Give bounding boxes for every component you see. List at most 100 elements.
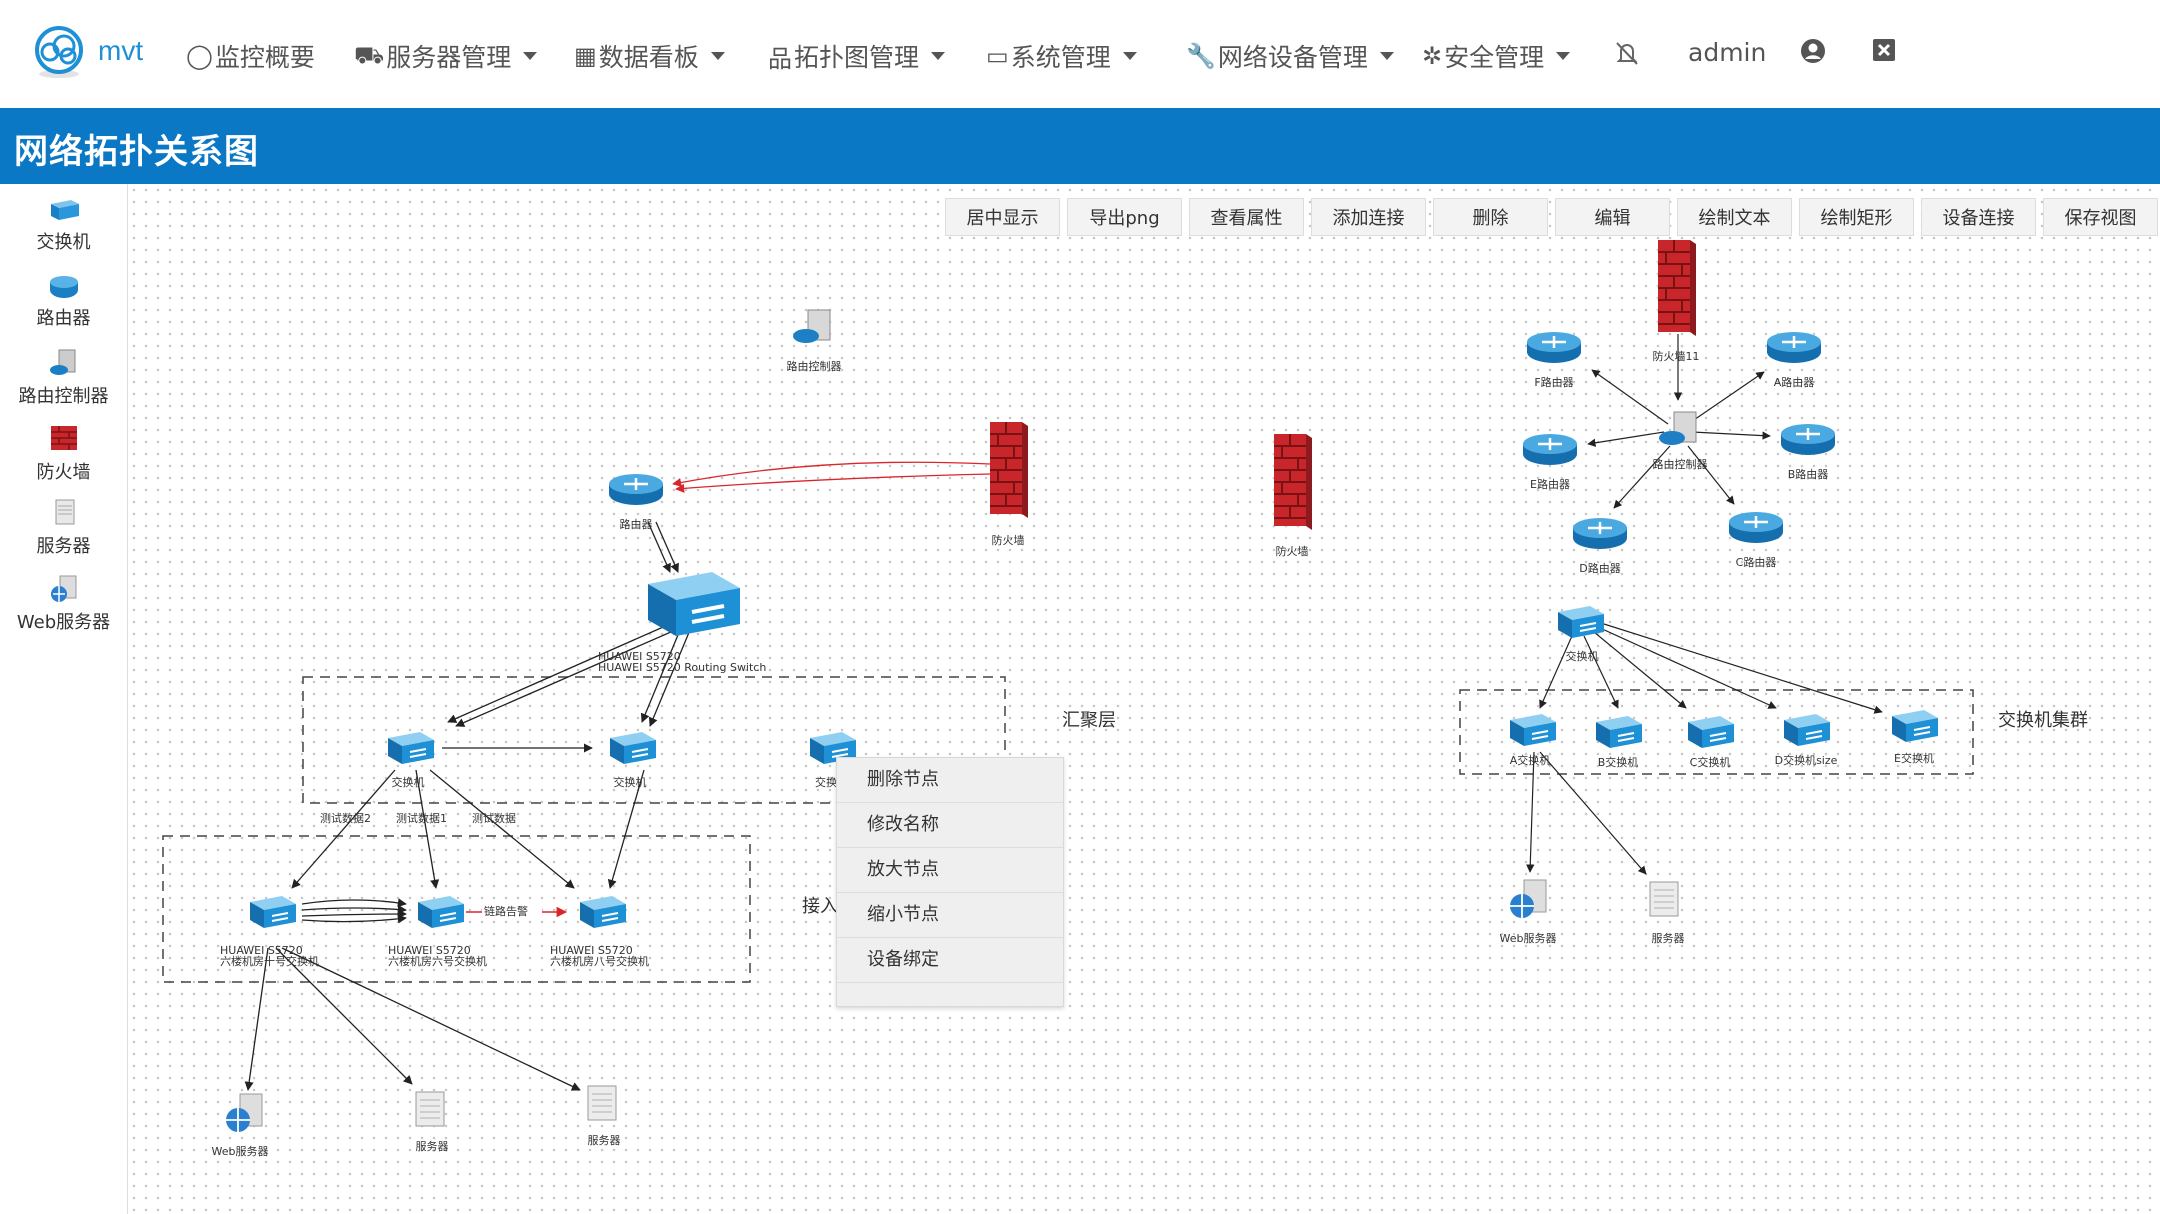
route-controller-icon <box>49 349 75 375</box>
svg-text:D交换机size: D交换机size <box>1775 753 1838 767</box>
node-switch-c[interactable]: C交换机 <box>1687 715 1735 769</box>
car-icon: ⛟ <box>354 40 385 69</box>
nav-security-management[interactable]: ✲ 安全管理 <box>1422 38 1571 74</box>
menu-shrink-node[interactable]: 缩小节点 <box>837 893 1063 938</box>
chevron-down-icon <box>1556 52 1571 60</box>
menu-rename-node[interactable]: 修改名称 <box>837 803 1063 848</box>
sitemap-icon: 品 <box>768 44 792 73</box>
svg-text:交换: 交换 <box>815 775 837 789</box>
node-switch-d[interactable]: D交换机size <box>1775 713 1838 767</box>
chevron-down-icon <box>1122 52 1137 60</box>
svg-text:D路由器: D路由器 <box>1579 561 1620 575</box>
svg-text:防火墙11: 防火墙11 <box>1653 349 1700 363</box>
nav-server-management[interactable]: ⛟ 服务器管理 <box>354 38 538 74</box>
wrench-icon: 🔧 <box>1186 42 1216 70</box>
notification-bell-off-button[interactable] <box>1612 38 1642 68</box>
palette-item-web-server[interactable]: Web服务器 <box>0 574 127 634</box>
device-palette: 交换机 路由器 路由控制器 防火墙 服务器 Web服务器 <box>0 184 128 1214</box>
node-access-switch-3[interactable]: HUAWEI S5720 六楼机房八号交换机 <box>550 895 649 968</box>
group-label-switch-cluster[interactable]: 交换机集群 <box>1998 710 2088 731</box>
node-router-main[interactable]: 路由器 <box>607 472 665 531</box>
svg-text:A交换机: A交换机 <box>1510 753 1551 767</box>
node-router-a[interactable]: A路由器 <box>1765 330 1823 389</box>
svg-text:六楼机房六号交换机: 六楼机房六号交换机 <box>388 954 487 968</box>
svg-text:路由控制器: 路由控制器 <box>787 359 842 373</box>
node-router-b[interactable]: B路由器 <box>1779 422 1837 481</box>
node-core-switch[interactable]: HUAWEI S5720 HUAWEI S5720 Routing Switch <box>598 570 766 674</box>
topology-canvas[interactable]: 居中显示 导出png 查看属性 添加连接 删除 编辑 绘制文本 绘制矩形 设备连… <box>128 184 2160 1214</box>
svg-text:Web服务器: Web服务器 <box>212 1145 269 1158</box>
grid-icon: ▦ <box>574 42 597 70</box>
node-router-f[interactable]: F路由器 <box>1525 330 1583 389</box>
node-web-server-right[interactable]: Web服务器 <box>1500 879 1557 945</box>
nav-network-device-management[interactable]: 🔧 网络设备管理 <box>1186 38 1394 74</box>
node-switch-e[interactable]: E交换机 <box>1891 709 1939 765</box>
node-agg-switch-2[interactable]: 交换机 <box>609 731 657 789</box>
nav-data-dashboard[interactable]: ▦ 数据看板 <box>574 38 725 74</box>
brand[interactable]: mvt <box>30 22 143 80</box>
palette-item-server[interactable]: 服务器 <box>0 498 127 558</box>
links-right[interactable] <box>1526 334 1883 875</box>
link-label-link-alarm: 链路告警 <box>484 904 528 918</box>
palette-item-route-controller[interactable]: 路由控制器 <box>0 348 127 408</box>
close-box-icon <box>1873 39 1895 61</box>
node-route-controller-top[interactable]: 路由控制器 <box>787 309 842 373</box>
chevron-down-icon <box>523 52 538 60</box>
nav-topology-management[interactable]: 品 拓扑图管理 <box>768 38 946 74</box>
svg-text:B路由器: B路由器 <box>1788 467 1829 481</box>
node-router-e[interactable]: E路由器 <box>1521 432 1579 491</box>
menu-bind-device[interactable]: 设备绑定 <box>837 938 1063 983</box>
node-access-switch-2[interactable]: HUAWEI S5720 六楼机房六号交换机 <box>388 895 487 968</box>
svg-text:B交换机: B交换机 <box>1598 755 1639 769</box>
brand-name: mvt <box>98 35 144 66</box>
chevron-down-icon <box>931 52 946 60</box>
topology-diagram[interactable]: 汇聚层 接入 交换机集群 测试数据2 测试数据1 测试数据 链路告警 路由控制器… <box>128 184 2160 1214</box>
node-firewall-mid[interactable]: 防火墙 <box>1273 433 1313 558</box>
menu-delete-node[interactable]: 删除节点 <box>837 758 1063 803</box>
nav-monitor-overview[interactable]: ◯ 监控概要 <box>186 38 315 74</box>
node-web-server-left[interactable]: Web服务器 <box>212 1093 269 1158</box>
switch-icon <box>50 200 79 220</box>
svg-text:交换机: 交换机 <box>614 775 647 789</box>
menu-enlarge-node[interactable]: 放大节点 <box>837 848 1063 893</box>
top-navbar: mvt ◯ 监控概要 ⛟ 服务器管理 ▦ 数据看板 品 拓扑图管理 ▭ 系统管理… <box>0 0 2160 109</box>
group-label-access[interactable]: 接入 <box>802 896 838 917</box>
palette-item-firewall[interactable]: 防火墙 <box>0 424 127 484</box>
node-route-controller-right[interactable]: 路由控制器 <box>1653 411 1708 471</box>
svg-text:六楼机房十号交换机: 六楼机房十号交换机 <box>220 954 319 968</box>
svg-text:服务器: 服务器 <box>1652 932 1685 945</box>
svg-text:E路由器: E路由器 <box>1530 477 1570 491</box>
nav-system-management[interactable]: ▭ 系统管理 <box>986 38 1137 74</box>
svg-text:Web服务器: Web服务器 <box>1500 932 1557 945</box>
link-label-test-data-2: 测试数据2 <box>320 811 371 825</box>
svg-text:C交换机: C交换机 <box>1690 755 1731 769</box>
web-server-icon <box>50 575 76 602</box>
node-router-d[interactable]: D路由器 <box>1571 516 1629 575</box>
node-switch-a[interactable]: A交换机 <box>1509 713 1557 767</box>
logout-button[interactable] <box>1872 38 1896 62</box>
page-title-bar: 网络拓扑关系图 <box>0 108 2160 184</box>
svg-text:路由控制器: 路由控制器 <box>1653 457 1708 471</box>
cloud-logo-icon <box>35 26 83 78</box>
svg-text:路由器: 路由器 <box>620 517 653 531</box>
node-router-c[interactable]: C路由器 <box>1727 510 1785 569</box>
page-title: 网络拓扑关系图 <box>14 132 259 172</box>
svg-text:F路由器: F路由器 <box>1534 375 1573 389</box>
palette-item-switch[interactable]: 交换机 <box>0 196 127 254</box>
palette-item-router[interactable]: 路由器 <box>0 272 127 330</box>
svg-text:防火墙: 防火墙 <box>992 533 1025 547</box>
svg-text:防火墙: 防火墙 <box>1276 544 1309 558</box>
user-profile-button[interactable] <box>1800 38 1826 64</box>
node-server-right[interactable]: 服务器 <box>1649 881 1685 945</box>
svg-text:E交换机: E交换机 <box>1894 751 1934 765</box>
user-name[interactable]: admin <box>1688 38 1766 67</box>
group-label-aggregation[interactable]: 汇聚层 <box>1062 710 1116 731</box>
node-server-left-1[interactable]: 服务器 <box>415 1091 449 1153</box>
node-server-left-2[interactable]: 服务器 <box>587 1085 621 1147</box>
server-icon <box>55 499 74 525</box>
node-access-switch-1[interactable]: HUAWEI S5720 六楼机房十号交换机 <box>220 895 319 968</box>
node-switch-b[interactable]: B交换机 <box>1595 715 1643 769</box>
node-firewall-main[interactable]: 防火墙 <box>989 421 1029 547</box>
node-agg-switch-1[interactable]: 交换机 <box>387 731 435 789</box>
node-firewall-11[interactable]: 防火墙11 <box>1653 239 1700 363</box>
